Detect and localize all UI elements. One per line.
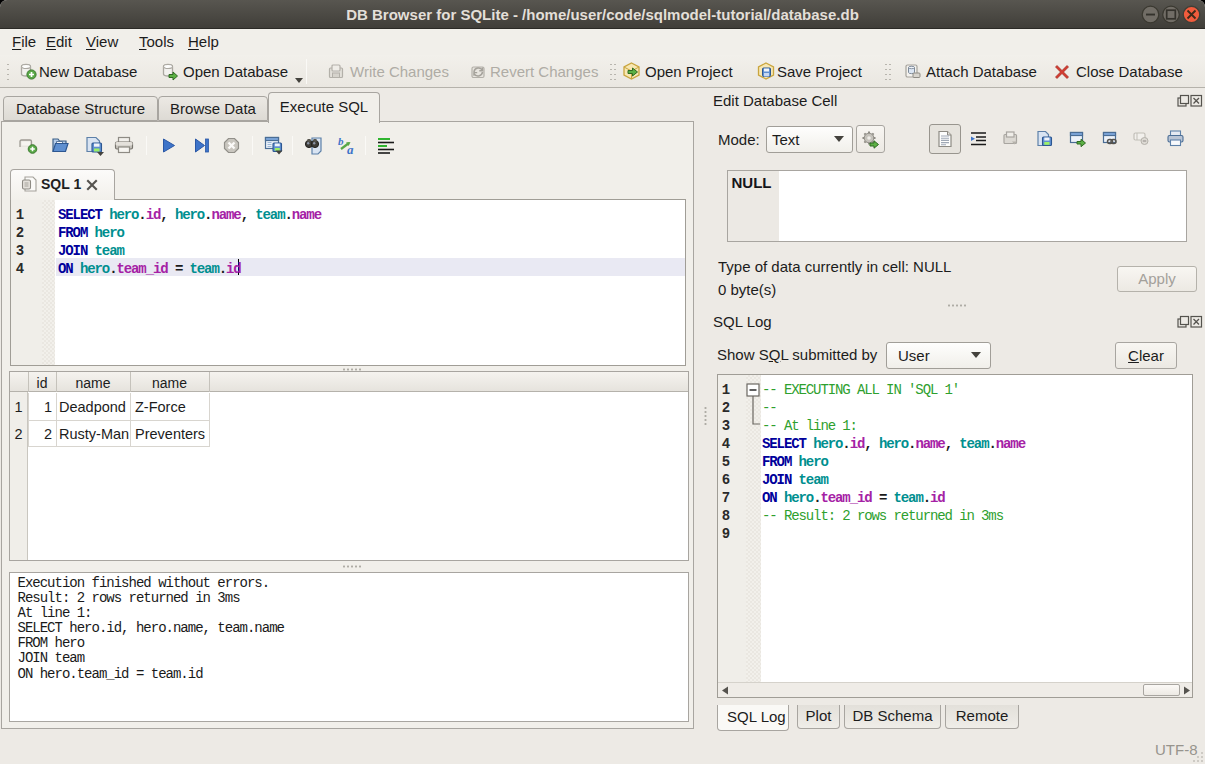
svg-text:b: b <box>338 135 344 147</box>
